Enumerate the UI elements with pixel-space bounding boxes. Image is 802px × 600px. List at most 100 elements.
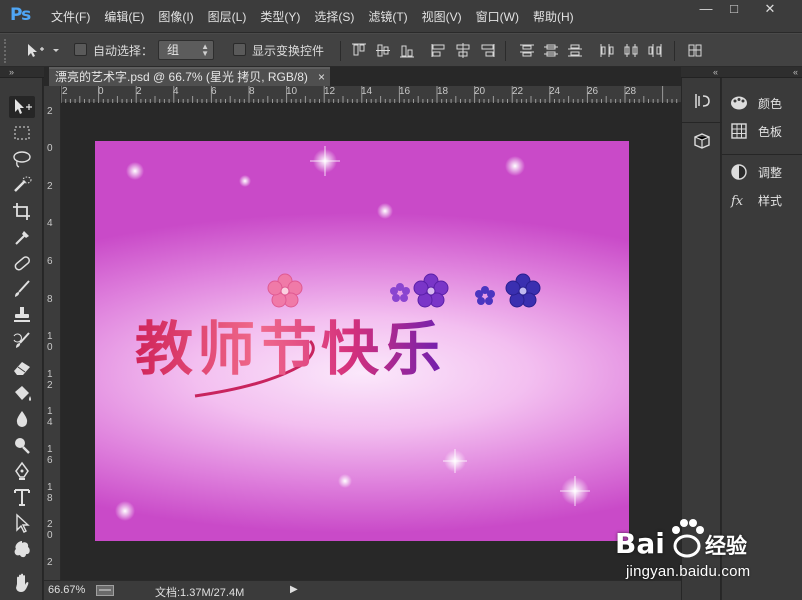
pen-icon — [15, 461, 29, 480]
maximize-button[interactable]: □ — [721, 2, 747, 18]
clone-stamp-tool[interactable] — [9, 304, 35, 326]
baidu-brand-text: 经验 — [705, 534, 747, 558]
blur-drop-icon — [16, 411, 28, 427]
menu-file[interactable]: 文件(F) — [44, 8, 97, 25]
color-palette-icon — [731, 96, 747, 110]
stamp-icon — [14, 307, 30, 322]
healing-brush-tool[interactable] — [9, 252, 35, 274]
panel-adjustments[interactable]: 调整 — [728, 161, 798, 183]
document-tab[interactable]: 漂亮的艺术字.psd @ 66.7% (星光 拷贝, RGB/8) × — [49, 67, 330, 86]
align-vertical-center-icon[interactable] — [374, 42, 392, 59]
crop-tool[interactable] — [9, 200, 35, 222]
ruler-label: 2 — [47, 557, 53, 568]
align-right-icon[interactable] — [478, 42, 496, 59]
adjustments-icon — [731, 164, 747, 180]
panel-divider — [682, 122, 722, 123]
distribute-right-icon[interactable] — [646, 42, 664, 59]
panel-color-label: 颜色 — [758, 96, 783, 111]
menu-edit[interactable]: 编辑(E) — [97, 8, 151, 25]
menu-select[interactable]: 选择(S) — [307, 8, 361, 25]
auto-align-layers-icon[interactable] — [686, 42, 704, 59]
panel-adjustments-label: 调整 — [758, 165, 783, 180]
ruler-label: 18 — [47, 482, 53, 504]
align-bottom-icon[interactable] — [398, 42, 416, 59]
panel-swatches[interactable]: 色板 — [728, 120, 798, 142]
panel-icons-collapse-strip[interactable]: « — [681, 67, 722, 78]
menu-filter[interactable]: 滤镜(T) — [361, 8, 414, 25]
align-top-icon[interactable] — [350, 42, 368, 59]
show-transform-label: 显示变换控件 — [252, 44, 325, 58]
3d-panel-icon[interactable] — [693, 132, 711, 150]
close-button[interactable]: ✕ — [757, 2, 783, 18]
distribute-vertical-center-icon[interactable] — [542, 42, 560, 59]
tab-close-icon[interactable]: × — [318, 69, 325, 85]
ruler-label: 2 — [47, 181, 53, 192]
minimize-button[interactable]: — — [693, 2, 719, 18]
menu-layer[interactable]: 图层(L) — [201, 8, 254, 25]
ruler-label: 2 — [62, 86, 68, 97]
vertical-ruler[interactable]: 2 0 2 4 6 8 10 12 14 16 18 20 2 — [44, 86, 61, 580]
path-selection-tool[interactable] — [9, 512, 35, 534]
align-horizontal-center-icon[interactable] — [454, 42, 472, 59]
toolbox — [0, 78, 43, 600]
auto-select-checkbox[interactable] — [74, 43, 87, 56]
pen-tool[interactable] — [9, 460, 35, 482]
dodge-icon — [15, 438, 30, 454]
paint-bucket-tool[interactable] — [9, 382, 35, 404]
ruler-label: 10 — [47, 331, 53, 353]
distribute-left-icon[interactable] — [598, 42, 616, 59]
horizontal-ruler[interactable]: 2 0 2 4 6 8 10 12 14 16 18 20 22 24 26 2… — [61, 86, 681, 103]
dodge-tool[interactable] — [9, 434, 35, 456]
ruler-label: 14 — [361, 86, 373, 97]
quick-selection-icon — [14, 176, 32, 192]
collapse-icon: « — [712, 67, 718, 77]
stepper-arrows-icon: ▲ ▼ — [201, 42, 209, 58]
hand-tool[interactable] — [9, 572, 35, 594]
lasso-tool[interactable] — [9, 148, 35, 170]
zoom-level-field[interactable]: 66.67% — [48, 584, 85, 596]
artwork-text: 教师节快乐 — [135, 315, 445, 383]
auto-select-dropdown[interactable]: 组 ▲ ▼ — [158, 40, 214, 60]
ruler-label: 4 — [173, 86, 179, 97]
type-tool[interactable] — [9, 486, 35, 508]
move-tool[interactable] — [9, 96, 35, 118]
show-transform-checkbox[interactable] — [233, 43, 246, 56]
lasso-icon — [13, 151, 31, 168]
custom-shape-tool[interactable] — [9, 538, 35, 560]
menu-type[interactable]: 类型(Y) — [253, 8, 307, 25]
distribute-horizontal-center-icon[interactable] — [622, 42, 640, 59]
move-tool-preset-icon[interactable] — [26, 43, 62, 59]
status-bar: 66.67% 文档:1.37M/27.4M ▶ — [44, 580, 681, 600]
brush-tool[interactable] — [9, 278, 35, 300]
distribute-top-icon[interactable] — [518, 42, 536, 59]
blur-tool[interactable] — [9, 408, 35, 430]
panel-styles[interactable]: fx 样式 — [728, 189, 798, 211]
history-brush-tool[interactable] — [9, 330, 35, 352]
distribute-bottom-icon[interactable] — [566, 42, 584, 59]
menu-view[interactable]: 视图(V) — [415, 8, 469, 25]
ruler-label: 18 — [437, 86, 449, 97]
status-menu-arrow-icon[interactable]: ▶ — [290, 584, 298, 595]
artwork-canvas[interactable]: 教师节快乐 — [95, 141, 629, 541]
eyedropper-tool[interactable] — [9, 226, 35, 248]
eraser-tool[interactable] — [9, 356, 35, 378]
align-left-icon[interactable] — [430, 42, 448, 59]
brush-icon — [15, 280, 30, 297]
paw-icon — [672, 519, 704, 558]
proof-icon[interactable] — [96, 585, 114, 596]
ruler-label: 22 — [512, 86, 524, 97]
menu-image[interactable]: 图像(I) — [151, 8, 200, 25]
toolbox-collapse-strip[interactable]: » — [0, 67, 44, 78]
menu-window[interactable]: 窗口(W) — [469, 8, 526, 25]
marquee-tool[interactable] — [9, 122, 35, 144]
history-panel-icon[interactable] — [693, 92, 711, 110]
options-bar-grip[interactable] — [4, 39, 6, 63]
quick-selection-tool[interactable] — [9, 174, 35, 196]
baidu-url-text: jingyan.baidu.com — [626, 563, 751, 580]
menu-help[interactable]: 帮助(H) — [526, 8, 581, 25]
panel-labels-collapse-strip[interactable]: « — [722, 67, 802, 78]
ruler-label: 2 — [136, 86, 142, 97]
baidu-logo: Bai — [615, 527, 665, 560]
type-icon — [14, 489, 30, 506]
panel-color[interactable]: 颜色 — [728, 92, 798, 114]
